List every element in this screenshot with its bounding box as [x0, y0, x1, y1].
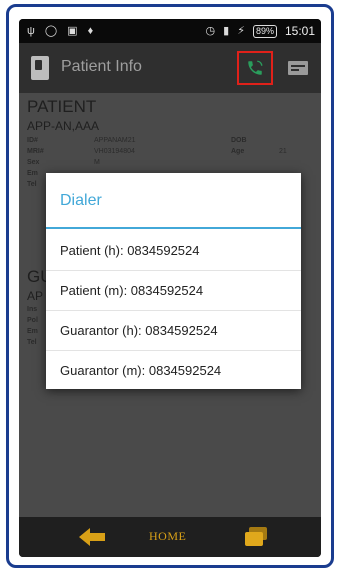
notification-icon: ♦	[87, 25, 94, 37]
patient-section-title: PATIENT	[27, 97, 97, 116]
phone-screen: ψ ◯ ▣ ♦ ◷ ▮ ⚡ 89% 15:01 Patient Info PAT…	[19, 19, 321, 557]
patient-tel-label: Tel	[27, 181, 37, 188]
guarantor-ins-label: Ins	[27, 306, 38, 313]
dialer-option-patient-mobile[interactable]: Patient (m): 0834592524	[46, 271, 301, 311]
patient-mri-value: VH03194804	[94, 148, 135, 155]
dialer-dialog: Dialer Patient (h): 0834592524 Patient (…	[46, 173, 301, 389]
back-arrow-icon[interactable]	[77, 526, 107, 548]
guarantor-tel-label: Tel	[27, 339, 37, 346]
dialer-option-patient-home[interactable]: Patient (h): 0834592524	[46, 231, 301, 271]
phone-call-icon	[248, 60, 263, 75]
bottom-nav-bar: HOME	[19, 517, 321, 557]
image-icon: ▣	[67, 25, 78, 37]
patient-name: APP-AN,AAA	[27, 119, 100, 133]
app-logo-icon	[31, 56, 49, 80]
status-time: 15:01	[284, 24, 315, 38]
dialer-title: Dialer	[60, 192, 102, 209]
signal-icon: ▮	[223, 25, 230, 37]
home-button[interactable]: HOME	[149, 529, 186, 544]
patient-id-value: APPANAM21	[94, 137, 136, 144]
charging-icon: ⚡	[237, 25, 245, 37]
guarantor-pol-label: Pol	[27, 317, 38, 324]
patient-age-label: Age	[231, 148, 245, 155]
status-right-icons: ◷ ▮ ⚡ 89% 15:01	[206, 24, 315, 38]
app-title: Patient Info	[61, 58, 142, 75]
guarantor-name: AP	[27, 289, 44, 303]
usb-icon: ψ	[27, 25, 35, 37]
dialer-title-divider	[46, 227, 301, 229]
app-bar: Patient Info	[19, 43, 321, 93]
phone-call-button[interactable]	[237, 51, 273, 85]
guarantor-email-label: Em	[27, 328, 38, 335]
patient-id-label: ID#	[27, 137, 38, 144]
dialer-option-guarantor-home[interactable]: Guarantor (h): 0834592524	[46, 311, 301, 351]
status-left-icons: ψ ◯ ▣ ♦	[27, 24, 93, 38]
patient-dob-label: DOB	[231, 137, 247, 144]
alarm-icon: ◷	[205, 25, 216, 37]
location-icon: ◯	[44, 25, 58, 37]
battery-level: 89%	[252, 24, 277, 38]
patient-email-label: Em	[27, 170, 38, 177]
id-card-icon[interactable]	[288, 61, 308, 75]
patient-age-value: 21	[279, 148, 287, 155]
patient-sex-value: M	[94, 159, 100, 166]
patient-sex-label: Sex	[27, 159, 40, 166]
dialer-option-guarantor-mobile[interactable]: Guarantor (m): 0834592524	[46, 351, 301, 391]
status-bar: ψ ◯ ▣ ♦ ◷ ▮ ⚡ 89% 15:01	[19, 19, 321, 43]
patient-mri-label: MRI#	[27, 148, 44, 155]
recent-apps-icon[interactable]	[243, 526, 269, 548]
